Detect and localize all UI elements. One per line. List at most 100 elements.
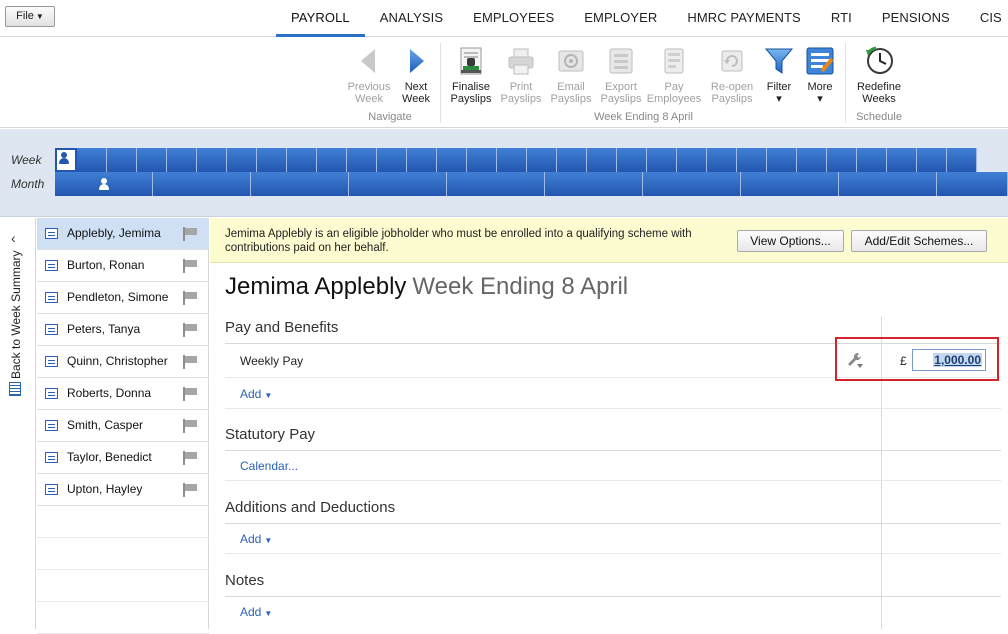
week-cell[interactable] xyxy=(197,148,227,172)
month-cell[interactable] xyxy=(839,172,937,196)
week-cell[interactable] xyxy=(77,148,107,172)
previous-week-button[interactable]: Previous Week xyxy=(344,43,394,105)
row-divider xyxy=(225,480,1001,481)
ribbon-caption-navigate: Navigate xyxy=(368,111,412,123)
flag-icon[interactable] xyxy=(183,355,199,369)
add-note-label: Add xyxy=(240,605,262,619)
month-cell[interactable] xyxy=(153,172,251,196)
tab-rti[interactable]: RTI xyxy=(816,0,867,37)
finalise-payslips-button[interactable]: Finalise Payslips xyxy=(446,43,496,105)
week-cell[interactable] xyxy=(107,148,137,172)
previous-week-line1: Previous xyxy=(347,81,391,93)
redefine-weeks-button[interactable]: Redefine Weeks xyxy=(850,43,908,105)
reopen-icon xyxy=(721,50,743,72)
tab-employer[interactable]: EMPLOYER xyxy=(569,0,672,37)
week-cell[interactable] xyxy=(167,148,197,172)
month-cell[interactable] xyxy=(251,172,349,196)
tab-analysis[interactable]: ANALYSIS xyxy=(365,0,458,37)
statutory-calendar-link[interactable]: Calendar... xyxy=(240,459,298,473)
flag-icon[interactable] xyxy=(183,291,199,305)
flag-icon[interactable] xyxy=(183,259,199,273)
week-cell[interactable] xyxy=(377,148,407,172)
week-cell[interactable] xyxy=(707,148,737,172)
week-cell[interactable] xyxy=(647,148,677,172)
view-options-button[interactable]: View Options... xyxy=(737,230,844,252)
flag-icon[interactable] xyxy=(183,323,199,337)
week-cell[interactable] xyxy=(317,148,347,172)
export-icon xyxy=(609,48,633,74)
add-deduction-link[interactable]: Add ▼ xyxy=(240,532,272,546)
week-cell[interactable] xyxy=(887,148,917,172)
week-cell[interactable] xyxy=(827,148,857,172)
week-cell[interactable] xyxy=(437,148,467,172)
tab-hmrc-payments[interactable]: HMRC PAYMENTS xyxy=(672,0,816,37)
add-pay-link[interactable]: Add ▼ xyxy=(240,387,272,401)
chevron-down-icon: ▼ xyxy=(35,12,44,21)
week-cell[interactable] xyxy=(857,148,887,172)
more-caret: ▾ xyxy=(817,93,823,105)
email-payslips-button[interactable]: Email Payslips xyxy=(546,43,596,105)
more-button[interactable]: More ▾ xyxy=(800,43,840,105)
tab-pensions[interactable]: PENSIONS xyxy=(867,0,965,37)
employee-list-item[interactable]: Pendleton, Simone xyxy=(37,282,209,314)
chevron-down-icon: ▼ xyxy=(264,536,273,545)
pay-employees-button[interactable]: Pay Employees xyxy=(644,43,704,105)
add-edit-schemes-button[interactable]: Add/Edit Schemes... xyxy=(851,230,987,252)
week-cell[interactable] xyxy=(737,148,767,172)
month-cell[interactable] xyxy=(937,172,1008,196)
month-cell[interactable] xyxy=(643,172,741,196)
week-cell[interactable] xyxy=(917,148,947,172)
flag-icon[interactable] xyxy=(183,483,199,497)
week-cell[interactable] xyxy=(227,148,257,172)
employee-list-item[interactable]: Quinn, Christopher xyxy=(37,346,209,378)
week-cell[interactable] xyxy=(677,148,707,172)
week-cell[interactable] xyxy=(617,148,647,172)
back-to-week-summary-label: Back to Week Summary xyxy=(9,251,23,380)
week-cell[interactable] xyxy=(947,148,977,172)
back-to-week-summary-bar[interactable]: ‹ Back to Week Summary xyxy=(0,218,36,629)
next-week-button[interactable]: Next Week xyxy=(394,43,438,105)
reopen-line2: Payslips xyxy=(711,93,753,105)
file-menu-label: File xyxy=(16,10,34,22)
filter-button[interactable]: Filter ▾ xyxy=(760,43,798,105)
week-cell[interactable] xyxy=(527,148,557,172)
flag-icon[interactable] xyxy=(183,387,199,401)
month-cell[interactable] xyxy=(55,172,153,196)
add-note-link[interactable]: Add ▼ xyxy=(240,605,272,619)
week-cell[interactable] xyxy=(497,148,527,172)
employee-name: Taylor, Benedict xyxy=(67,450,152,464)
flag-icon[interactable] xyxy=(183,227,199,241)
print-payslips-button[interactable]: Print Payslips xyxy=(496,43,546,105)
reopen-payslips-button[interactable]: Re-open Payslips xyxy=(706,43,758,105)
payslip-doc-icon xyxy=(45,388,58,399)
week-cell[interactable] xyxy=(467,148,497,172)
tab-employees[interactable]: EMPLOYEES xyxy=(458,0,569,37)
employee-list-item[interactable]: Upton, Hayley xyxy=(37,474,209,506)
week-cell[interactable] xyxy=(287,148,317,172)
employee-list-item[interactable]: Smith, Casper xyxy=(37,410,209,442)
month-cell[interactable] xyxy=(349,172,447,196)
week-cell[interactable] xyxy=(797,148,827,172)
tab-payroll[interactable]: PAYROLL xyxy=(276,0,365,37)
week-cell[interactable] xyxy=(347,148,377,172)
file-menu-button[interactable]: File ▼ xyxy=(5,6,55,27)
tab-cis[interactable]: CIS xyxy=(965,0,1008,37)
flag-icon[interactable] xyxy=(183,419,199,433)
month-cell[interactable] xyxy=(545,172,643,196)
employee-list-item[interactable]: Burton, Ronan xyxy=(37,250,209,282)
employee-list-item[interactable]: Taylor, Benedict xyxy=(37,442,209,474)
month-cell[interactable] xyxy=(447,172,545,196)
flag-icon[interactable] xyxy=(183,451,199,465)
week-cell[interactable] xyxy=(55,148,77,172)
week-cell[interactable] xyxy=(587,148,617,172)
week-cell[interactable] xyxy=(767,148,797,172)
week-cell[interactable] xyxy=(407,148,437,172)
week-cell[interactable] xyxy=(557,148,587,172)
week-cell[interactable] xyxy=(257,148,287,172)
employee-list-item[interactable]: Applebly, Jemima xyxy=(37,218,209,250)
employee-list-item[interactable]: Peters, Tanya xyxy=(37,314,209,346)
employee-list-item[interactable]: Roberts, Donna xyxy=(37,378,209,410)
week-cell[interactable] xyxy=(137,148,167,172)
month-cell[interactable] xyxy=(741,172,839,196)
export-payslips-button[interactable]: Export Payslips xyxy=(596,43,646,105)
